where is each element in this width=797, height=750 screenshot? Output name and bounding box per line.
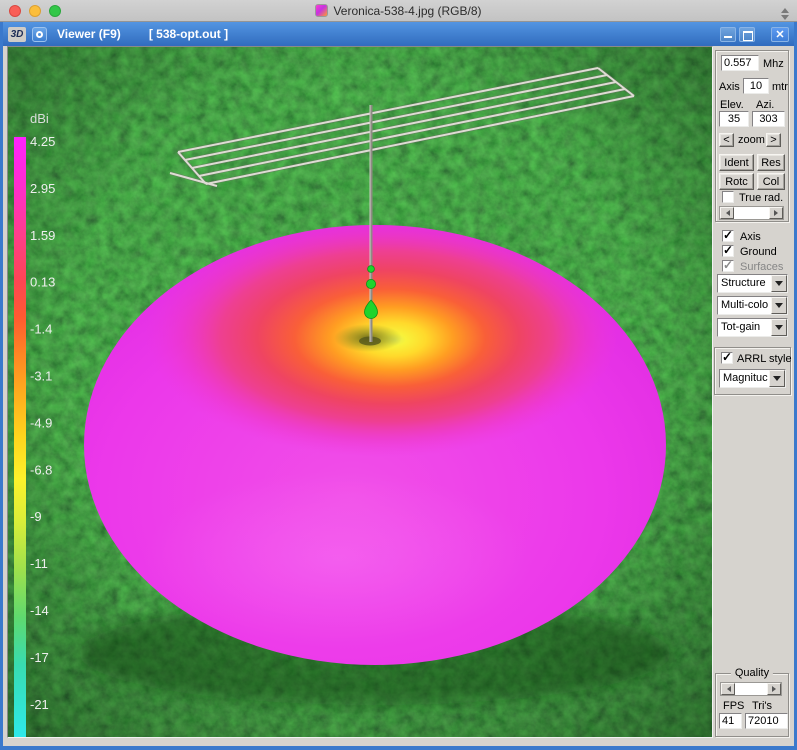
quality-scrollbar[interactable] [720, 682, 782, 696]
legend-title: dBi [30, 111, 49, 126]
chevron-down-icon[interactable] [771, 319, 787, 336]
chevron-down-icon[interactable] [771, 275, 787, 292]
magnitude-dropdown[interactable]: Magnituc [719, 369, 786, 388]
document-thumbnail-icon [315, 4, 328, 17]
3d-viewport[interactable]: dBi 4.25 2.95 1.59 0.13 -1.4 -3.1 -4.9 -6.8 -9 -1… [7, 46, 713, 738]
gain-mode-dropdown-value: Tot-gain [718, 319, 771, 336]
axis-length-label: Axis [719, 81, 740, 93]
close-button[interactable]: ✕ [771, 27, 789, 42]
gain-mode-dropdown[interactable]: Tot-gain [717, 318, 788, 337]
legend-tick: 0.13 [30, 275, 55, 290]
elevation-input[interactable] [719, 111, 749, 127]
legend-tick: 1.59 [30, 228, 55, 243]
window-file-name: [ 538-opt.out ] [149, 27, 228, 41]
legend-tick: -3.1 [30, 369, 52, 384]
legend-colorbar [14, 137, 26, 737]
arrl-style-label: ARRL style [737, 353, 792, 365]
maximize-button[interactable] [739, 27, 755, 42]
scroll-left-icon[interactable] [721, 683, 735, 695]
true-rad-checkbox[interactable] [722, 191, 734, 203]
legend-tick: -17 [30, 650, 49, 665]
viewer-titlebar[interactable]: 3D Viewer (F9) [ 538-opt.out ] ✕ [3, 22, 794, 46]
frequency-unit-label: Mhz [763, 58, 784, 70]
axis-toggle-label: Axis [740, 231, 761, 243]
structure-dropdown-value: Structure [718, 275, 771, 292]
ground-checkbox[interactable] [722, 245, 734, 257]
axis-length-input[interactable] [743, 78, 769, 94]
chevron-down-icon[interactable] [769, 370, 785, 387]
chevron-down-icon[interactable] [771, 297, 787, 314]
azimuth-label: Azi. [756, 99, 774, 111]
legend-tick: -6.8 [30, 462, 52, 477]
magnitude-dropdown-value: Magnituc [720, 370, 769, 387]
surfaces-checkbox [722, 260, 734, 272]
color-mode-dropdown-value: Multi-colo [718, 297, 771, 314]
tris-label: Tri's [752, 700, 772, 712]
radiation-pattern-scene: dBi 4.25 2.95 1.59 0.13 -1.4 -3.1 -4.9 -6.8 -9 -1… [8, 47, 712, 737]
tris-value: 72010 [745, 713, 788, 729]
mac-minimize-button[interactable] [29, 5, 41, 17]
mac-window-title: Veronica-538-4.jpg (RGB/8) [333, 4, 481, 18]
legend-tick: -14 [30, 603, 49, 618]
rotc-button[interactable]: Rotc [719, 173, 754, 190]
legend-tick: 4.25 [30, 134, 55, 149]
viewer-icon [32, 27, 47, 42]
scroll-right-icon[interactable] [769, 207, 783, 219]
legend-tick: -9 [30, 509, 42, 524]
legend-tick: -4.9 [30, 415, 52, 430]
res-button[interactable]: Res [757, 154, 785, 171]
viewer-window: 3D Viewer (F9) [ 538-opt.out ] ✕ [0, 22, 797, 750]
mac-close-button[interactable] [9, 5, 21, 17]
legend-tick: -21 [30, 697, 49, 712]
surfaces-toggle-label: Surfaces [740, 261, 783, 273]
zoom-label: zoom [738, 134, 765, 146]
fps-label: FPS [723, 700, 744, 712]
minimize-button[interactable] [720, 27, 736, 42]
rotation-scrollbar[interactable] [719, 206, 784, 220]
fps-value: 41 [719, 713, 742, 729]
arrl-style-checkbox[interactable] [721, 352, 733, 364]
mac-titlebar: Veronica-538-4.jpg (RGB/8) [0, 0, 797, 22]
frequency-input[interactable] [721, 55, 759, 71]
proxy-stepper-icon[interactable] [781, 4, 789, 24]
3d-app-icon: 3D [8, 27, 26, 42]
elevation-label: Elev. [720, 99, 744, 111]
scrollbar-track[interactable] [735, 683, 767, 695]
window-title: Viewer (F9) [57, 27, 121, 41]
ident-button[interactable]: Ident [719, 154, 754, 171]
zoom-in-button[interactable]: > [766, 133, 781, 147]
color-mode-dropdown[interactable]: Multi-colo [717, 296, 788, 315]
legend-tick: 2.95 [30, 181, 55, 196]
axis-length-unit-label: mtr [772, 81, 788, 93]
ground-toggle-label: Ground [740, 246, 777, 258]
legend-tick: -1.4 [30, 322, 52, 337]
zoom-out-button[interactable]: < [719, 133, 734, 147]
axis-checkbox[interactable] [722, 230, 734, 242]
col-button[interactable]: Col [757, 173, 785, 190]
scroll-left-icon[interactable] [720, 207, 734, 219]
mac-zoom-button[interactable] [49, 5, 61, 17]
azimuth-input[interactable] [752, 111, 785, 127]
structure-dropdown[interactable]: Structure [717, 274, 788, 293]
scrollbar-track[interactable] [734, 207, 769, 219]
legend-tick: -11 [30, 556, 48, 571]
quality-group-label: Quality [731, 667, 773, 679]
scroll-right-icon[interactable] [767, 683, 781, 695]
true-rad-label: True rad. [739, 192, 783, 204]
